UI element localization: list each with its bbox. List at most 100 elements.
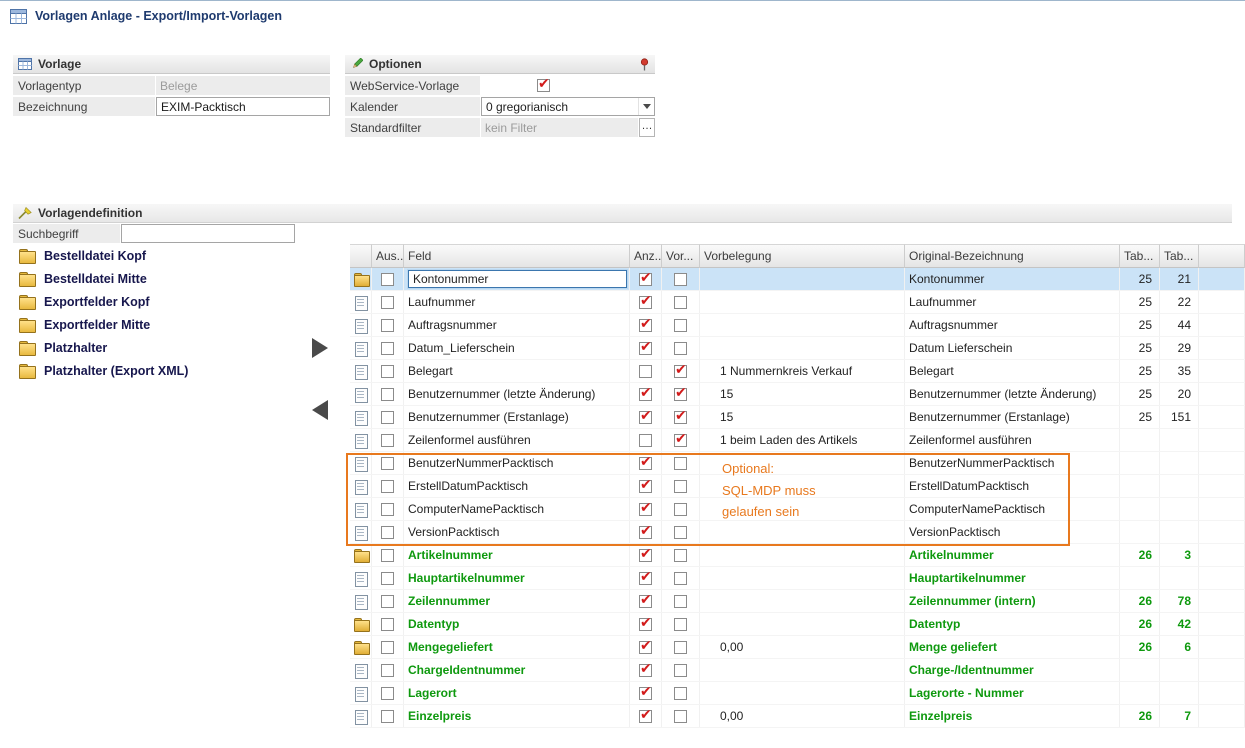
table-row[interactable]: Hauptartikelnummer Hauptartikelnummer (350, 567, 1245, 590)
auswahl-checkbox[interactable] (381, 273, 394, 286)
webservice-checkbox[interactable] (537, 79, 550, 92)
column-header-tab2[interactable]: Tab... (1160, 244, 1199, 268)
vorbelegung-checkbox[interactable] (674, 549, 687, 562)
table-row[interactable]: Mengegeliefert 0,00 Menge geliefert 26 6 (350, 636, 1245, 659)
column-header-vorbelegung[interactable]: Vorbelegung (700, 244, 905, 268)
vorbelegung-checkbox[interactable] (674, 457, 687, 470)
folder-item-platzhalter-export-xml[interactable]: Platzhalter (Export XML) (13, 359, 218, 382)
auswahl-checkbox[interactable] (381, 572, 394, 585)
feld-cell[interactable]: Benutzernummer (letzte Änderung) (408, 387, 595, 401)
anzeigen-checkbox[interactable] (639, 480, 652, 493)
feld-cell[interactable]: Zeilennummer (408, 594, 490, 608)
column-header-original-bezeichnung[interactable]: Original-Bezeichnung (905, 244, 1120, 268)
anzeigen-checkbox[interactable] (639, 572, 652, 585)
auswahl-checkbox[interactable] (381, 319, 394, 332)
feld-cell[interactable]: Belegart (408, 364, 453, 378)
auswahl-checkbox[interactable] (381, 618, 394, 631)
anzeigen-checkbox[interactable] (639, 388, 652, 401)
table-row[interactable]: Kontonummer Kontonummer 25 21 (350, 268, 1245, 291)
feld-cell[interactable]: Hauptartikelnummer (408, 571, 525, 585)
table-row[interactable]: Lagerort Lagerorte - Nummer (350, 682, 1245, 705)
move-left-button[interactable] (312, 400, 328, 420)
column-header-aus[interactable]: Aus... (372, 244, 404, 268)
feld-cell[interactable]: ComputerNamePacktisch (408, 502, 544, 516)
feld-cell[interactable]: Mengegeliefert (408, 640, 493, 654)
feld-cell[interactable]: Einzelpreis (408, 709, 471, 723)
anzeigen-checkbox[interactable] (639, 365, 652, 378)
feld-cell[interactable]: Artikelnummer (408, 548, 493, 562)
auswahl-checkbox[interactable] (381, 664, 394, 677)
auswahl-checkbox[interactable] (381, 503, 394, 516)
auswahl-checkbox[interactable] (381, 434, 394, 447)
dropdown-arrow-icon[interactable] (638, 98, 654, 115)
anzeigen-checkbox[interactable] (639, 618, 652, 631)
anzeigen-checkbox[interactable] (639, 434, 652, 447)
vorbelegung-checkbox[interactable] (674, 273, 687, 286)
anzeigen-checkbox[interactable] (639, 710, 652, 723)
auswahl-checkbox[interactable] (381, 687, 394, 700)
table-row[interactable]: Einzelpreis 0,00 Einzelpreis 26 7 (350, 705, 1245, 728)
vorbelegung-checkbox[interactable] (674, 342, 687, 355)
pin-icon[interactable] (639, 58, 650, 71)
folder-item-platzhalter[interactable]: Platzhalter (13, 336, 218, 359)
feld-cell[interactable]: Lagerort (408, 686, 457, 700)
folder-item-bestelldatei-kopf[interactable]: Bestelldatei Kopf (13, 244, 218, 267)
folder-item-bestelldatei-mitte[interactable]: Bestelldatei Mitte (13, 267, 218, 290)
vorbelegung-checkbox[interactable] (674, 595, 687, 608)
column-header-vor[interactable]: Vor... (662, 244, 700, 268)
vorbelegung-checkbox[interactable] (674, 618, 687, 631)
bezeichnung-input[interactable] (156, 97, 330, 116)
vorbelegung-checkbox[interactable] (674, 710, 687, 723)
table-row[interactable]: Benutzernummer (letzte Änderung) 15 Benu… (350, 383, 1245, 406)
vorbelegung-checkbox[interactable] (674, 319, 687, 332)
table-row[interactable]: Artikelnummer Artikelnummer 26 3 (350, 544, 1245, 567)
table-row[interactable]: Auftragsnummer Auftragsnummer 25 44 (350, 314, 1245, 337)
auswahl-checkbox[interactable] (381, 411, 394, 424)
auswahl-checkbox[interactable] (381, 526, 394, 539)
feld-cell[interactable]: Kontonummer (408, 270, 627, 288)
auswahl-checkbox[interactable] (381, 480, 394, 493)
table-row[interactable]: BenutzerNummerPacktisch BenutzerNummerPa… (350, 452, 1245, 475)
column-header-anz[interactable]: Anz... (630, 244, 662, 268)
vorbelegung-checkbox[interactable] (674, 411, 687, 424)
anzeigen-checkbox[interactable] (639, 319, 652, 332)
feld-cell[interactable]: Laufnummer (408, 295, 475, 309)
anzeigen-checkbox[interactable] (639, 549, 652, 562)
feld-cell[interactable]: ChargeIdentnummer (408, 663, 525, 677)
auswahl-checkbox[interactable] (381, 710, 394, 723)
table-row[interactable]: ComputerNamePacktisch ComputerNamePackti… (350, 498, 1245, 521)
auswahl-checkbox[interactable] (381, 641, 394, 654)
anzeigen-checkbox[interactable] (639, 595, 652, 608)
feld-cell[interactable]: ErstellDatumPacktisch (408, 479, 528, 493)
vorbelegung-checkbox[interactable] (674, 641, 687, 654)
vorbelegung-checkbox[interactable] (674, 572, 687, 585)
table-row[interactable]: ChargeIdentnummer Charge-/Identnummer (350, 659, 1245, 682)
table-row[interactable]: VersionPacktisch VersionPacktisch (350, 521, 1245, 544)
table-row[interactable]: Zeilennummer Zeilennummer (intern) 26 78 (350, 590, 1245, 613)
vorbelegung-checkbox[interactable] (674, 664, 687, 677)
column-header-icon[interactable] (350, 244, 372, 268)
auswahl-checkbox[interactable] (381, 365, 394, 378)
anzeigen-checkbox[interactable] (639, 664, 652, 677)
table-row[interactable]: Belegart 1 Nummernkreis Verkauf Belegart… (350, 360, 1245, 383)
feld-cell[interactable]: Datum_Lieferschein (408, 341, 515, 355)
anzeigen-checkbox[interactable] (639, 342, 652, 355)
feld-cell[interactable]: Auftragsnummer (408, 318, 497, 332)
auswahl-checkbox[interactable] (381, 342, 394, 355)
vorbelegung-checkbox[interactable] (674, 503, 687, 516)
table-row[interactable]: Datentyp Datentyp 26 42 (350, 613, 1245, 636)
anzeigen-checkbox[interactable] (639, 526, 652, 539)
feld-cell[interactable]: Benutzernummer (Erstanlage) (408, 410, 569, 424)
vorbelegung-checkbox[interactable] (674, 296, 687, 309)
table-row[interactable]: Datum_Lieferschein Datum Lieferschein 25… (350, 337, 1245, 360)
anzeigen-checkbox[interactable] (639, 503, 652, 516)
anzeigen-checkbox[interactable] (639, 641, 652, 654)
anzeigen-checkbox[interactable] (639, 457, 652, 470)
table-row[interactable]: ErstellDatumPacktisch ErstellDatumPackti… (350, 475, 1245, 498)
anzeigen-checkbox[interactable] (639, 411, 652, 424)
folder-item-exportfelder-kopf[interactable]: Exportfelder Kopf (13, 290, 218, 313)
vorbelegung-checkbox[interactable] (674, 687, 687, 700)
auswahl-checkbox[interactable] (381, 296, 394, 309)
feld-cell[interactable]: BenutzerNummerPacktisch (408, 456, 553, 470)
vorbelegung-checkbox[interactable] (674, 365, 687, 378)
